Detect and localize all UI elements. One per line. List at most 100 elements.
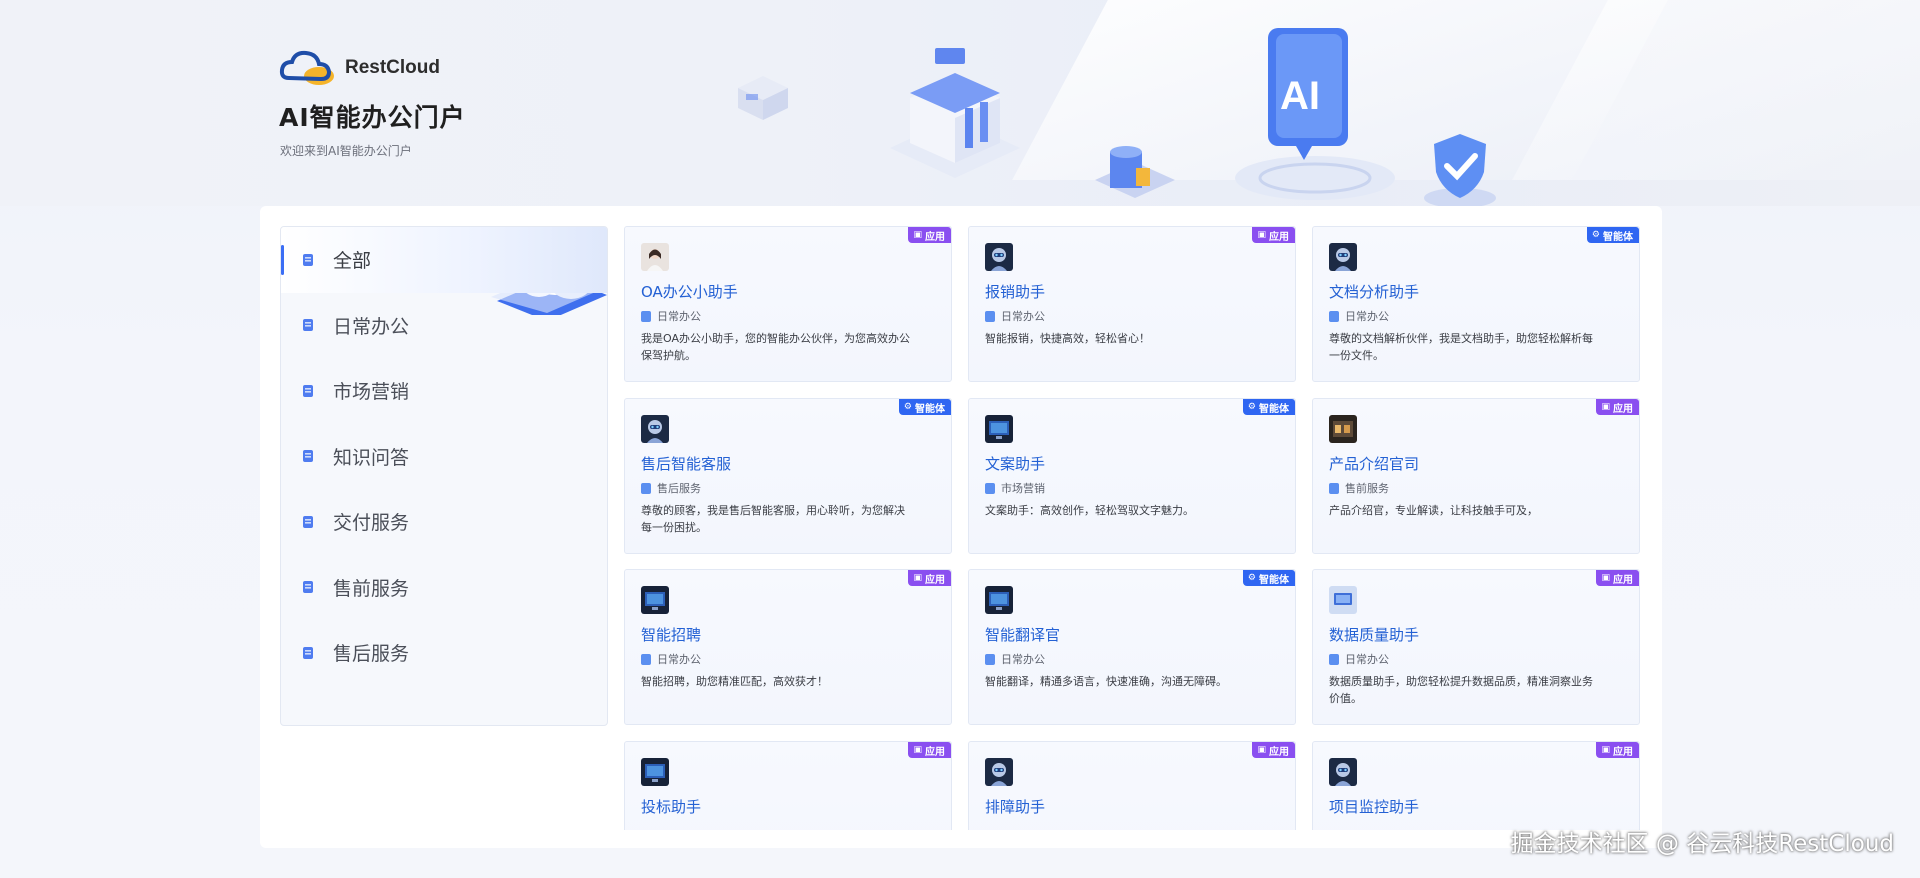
type-badge: ⚙ 智能体 [898, 399, 951, 415]
category-icon [985, 653, 995, 665]
card-title[interactable]: 售后智能客服 [641, 453, 935, 474]
assistant-card[interactable]: ⚙ 智能体 文案助手 市场营销 文案助手：高效创作，轻松驾驭文字魅力。 [968, 398, 1296, 554]
card-avatar [985, 415, 1013, 443]
card-title[interactable]: 智能翻译官 [985, 624, 1279, 645]
assistant-card[interactable]: ▣ 应用项目监控助手 [1312, 741, 1640, 830]
assistant-card[interactable]: ▣ 应用 数据质量助手 日常办公 数据质量助手，助您轻松提升数据品质，精准洞察业务价值。 [1312, 569, 1640, 725]
page-subtitle: 欢迎来到AI智能办公门户 [280, 144, 412, 158]
card-avatar [985, 243, 1013, 271]
sidebar-item-3[interactable]: 知识问答 [281, 424, 607, 490]
card-category: 日常办公 [641, 308, 935, 324]
shop-avatar [1329, 415, 1357, 443]
assistant-card[interactable]: ⚙ 智能体文档分析助手日常办公尊敬的文档解析伙伴，我是文档助手，助您轻松解析每一份… [1312, 226, 1640, 382]
gear-icon: ⚙ [1247, 402, 1256, 412]
card-description: 智能招聘，助您精准匹配，高效获才！ [641, 675, 828, 688]
card-category: 日常办公 [641, 651, 935, 667]
watermark-text: 掘金技术社区 @ 谷云科技RestCloud [1510, 831, 1894, 857]
type-badge: ▣ 应用 [1596, 742, 1639, 758]
aftersales-icon [303, 646, 313, 659]
type-badge-label: 应用 [925, 574, 945, 586]
card-description: 产品介绍官，专业解读，让科技触手可及， [1329, 504, 1538, 517]
robot-avatar [985, 758, 1013, 786]
type-badge: ▣ 应用 [1596, 570, 1639, 586]
card-category: 日常办公 [985, 651, 1279, 667]
folder-icon: ▣ [913, 745, 922, 755]
type-badge-label: 智能体 [1603, 231, 1633, 243]
card-description: 智能翻译，精通多语言，快速准确，沟通无障碍。 [985, 675, 1227, 688]
card-category-label: 日常办公 [657, 653, 701, 666]
card-category-label: 市场营销 [1001, 482, 1045, 495]
card-avatar [641, 243, 669, 271]
sidebar-item-label: 全部 [333, 250, 372, 273]
sidebar-item-0[interactable]: 全部 [281, 227, 607, 293]
type-badge-label: 应用 [1613, 403, 1633, 415]
card-category: 日常办公 [985, 308, 1279, 324]
card-description: 尊敬的顾客，我是售后智能客服，用心聆听，为您解决每一份困扰。 [641, 504, 905, 534]
type-badge-label: 应用 [925, 746, 945, 758]
card-avatar [985, 758, 1013, 786]
gear-icon: ⚙ [903, 402, 912, 412]
assistant-card[interactable]: ▣ 应用 OA办公小助手 日常办公 我是OA办公小助手，您的智能办公伙伴，为您高效办公保… [624, 226, 952, 382]
assistant-card[interactable]: ▣ 应用 报销助手 日常办公 智能报销，快捷高效，轻松省心！ [968, 226, 1296, 382]
screen-avatar [985, 415, 1013, 443]
card-description: 尊敬的文档解析伙伴，我是文档助手，助您轻松解析每一份文件。 [1329, 332, 1593, 362]
assistant-card[interactable]: ⚙ 智能体售后智能客服售后服务尊敬的顾客，我是售后智能客服，用心聆听，为您解决每一… [624, 398, 952, 554]
hero-banner: AI RestCloud AI智能办公门户 欢迎来到AI智能办公门户 [0, 0, 1920, 206]
card-category: 日常办公 [1329, 651, 1623, 667]
card-avatar [1329, 758, 1357, 786]
card-title[interactable]: OA办公小助手 [641, 281, 935, 302]
card-title[interactable]: 智能招聘 [641, 624, 935, 645]
sidebar-item-6[interactable]: 售后服务 [281, 620, 607, 686]
marketing-icon [303, 384, 313, 397]
woman-avatar [641, 243, 669, 271]
assistant-card[interactable]: ▣ 应用排障助手 [968, 741, 1296, 830]
shield-illustration [1424, 134, 1496, 206]
sidebar-item-4[interactable]: 交付服务 [281, 489, 607, 555]
folder-icon: ▣ [1257, 745, 1266, 755]
sidebar-item-5[interactable]: 售前服务 [281, 555, 607, 621]
card-category-label: 售后服务 [657, 482, 701, 495]
card-title[interactable]: 排障助手 [985, 796, 1279, 817]
sidebar-item-1[interactable]: 日常办公 [281, 293, 607, 359]
assistant-card[interactable]: ▣ 应用智能招聘日常办公智能招聘，助您精准匹配，高效获才！ [624, 569, 952, 725]
card-avatar [985, 586, 1013, 614]
screen-avatar [985, 586, 1013, 614]
type-badge-label: 应用 [925, 231, 945, 243]
sidebar-item-2[interactable]: 市场营销 [281, 358, 607, 424]
sidebar-item-label: 售后服务 [333, 643, 410, 666]
gear-icon: ⚙ [1247, 573, 1256, 583]
card-title[interactable]: 投标助手 [641, 796, 935, 817]
card-title[interactable]: 文案助手 [985, 453, 1279, 474]
brand-logo[interactable]: RestCloud [279, 48, 440, 88]
assistant-card[interactable]: ▣ 应用投标助手 [624, 741, 952, 830]
grid-icon [303, 253, 313, 266]
category-icon [1329, 482, 1339, 494]
gear-icon: ⚙ [1591, 230, 1600, 240]
category-icon [1329, 310, 1339, 322]
store-illustration [890, 48, 1020, 178]
card-category-label: 日常办公 [1345, 310, 1389, 323]
card-title[interactable]: 产品介绍官司 [1329, 453, 1623, 474]
card-avatar [1329, 415, 1357, 443]
card-title[interactable]: 报销助手 [985, 281, 1279, 302]
card-category: 售前服务 [1329, 480, 1623, 496]
type-badge-label: 应用 [1269, 746, 1289, 758]
assistant-card[interactable]: ⚙ 智能体智能翻译官日常办公智能翻译，精通多语言，快速准确，沟通无障碍。 [968, 569, 1296, 725]
card-avatar [641, 415, 669, 443]
sidebar-item-label: 知识问答 [333, 446, 410, 469]
card-category-label: 日常办公 [1345, 653, 1389, 666]
type-badge: ⚙ 智能体 [1242, 570, 1295, 586]
folder-icon: ▣ [1257, 230, 1266, 240]
type-badge: ▣ 应用 [908, 570, 951, 586]
type-badge: ▣ 应用 [1252, 227, 1295, 243]
page-title: AI智能办公门户 [279, 103, 466, 132]
assistant-card[interactable]: ▣ 应用 产品介绍官司 售前服务 产品介绍官，专业解读，让科技触手可及， [1312, 398, 1640, 554]
type-badge-label: 应用 [1613, 574, 1633, 586]
server-illustration [738, 76, 788, 120]
card-title[interactable]: 文档分析助手 [1329, 281, 1623, 302]
card-description: 文案助手：高效创作，轻松驾驭文字魅力。 [985, 504, 1194, 517]
type-badge-label: 应用 [1269, 231, 1289, 243]
ai-badge-text: AI [1280, 74, 1320, 118]
card-title[interactable]: 数据质量助手 [1329, 624, 1623, 645]
card-title[interactable]: 项目监控助手 [1329, 796, 1623, 817]
